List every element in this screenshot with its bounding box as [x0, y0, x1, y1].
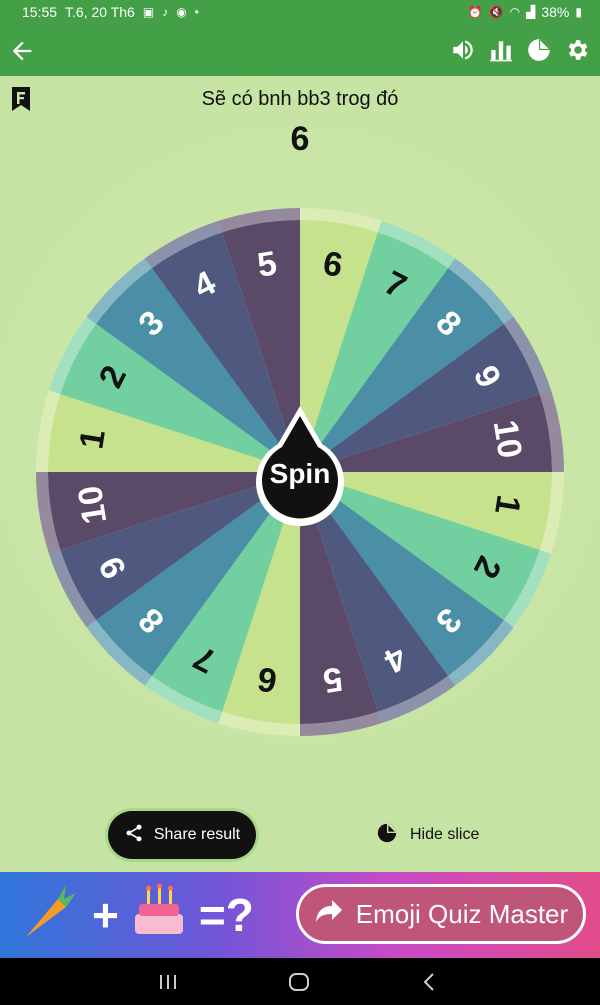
ad-emoji-equation: + =?	[14, 880, 254, 950]
hide-slice-icon	[376, 822, 398, 849]
wifi-icon: ◠	[509, 5, 521, 19]
emoji-quiz-label: Emoji Quiz Master	[355, 898, 569, 929]
share-icon	[124, 823, 144, 848]
alarm-icon: ⏰	[467, 5, 483, 19]
app-notification-icon: ◉	[176, 5, 187, 19]
more-notifications-icon: •	[194, 5, 199, 19]
spin-wheel[interactable]: 6 78910123456789101234 5 Spin	[34, 206, 566, 738]
recent-apps-icon[interactable]	[156, 970, 180, 994]
mute-icon: 🔇	[488, 5, 504, 19]
gallery-notification-icon: ▣	[142, 5, 155, 19]
system-nav-bar	[0, 958, 600, 1005]
ad-banner[interactable]: + =? Emoji Quiz Master	[0, 872, 600, 958]
battery-icon: ▮	[575, 5, 582, 19]
wheel-slice-label: 10	[486, 417, 529, 460]
wheel-slice-label: 10	[71, 483, 114, 526]
app-bar	[0, 26, 600, 76]
emoji-quiz-button[interactable]: Emoji Quiz Master	[296, 884, 586, 944]
nav-back-icon[interactable]	[418, 970, 442, 994]
ad-plus: +	[92, 889, 119, 941]
share-arrow-icon	[314, 898, 344, 931]
share-result-label: Share result	[153, 826, 241, 843]
cake-icon	[127, 878, 191, 953]
spin-label: Spin	[270, 458, 331, 489]
signal-icon: ▟	[526, 5, 536, 19]
spin-result: 6	[290, 120, 310, 158]
share-result-button[interactable]: Share result	[108, 811, 256, 859]
ad-equals: =?	[198, 889, 254, 941]
battery-level: 38%	[541, 4, 570, 20]
hide-slice-button[interactable]: Hide slice	[376, 822, 479, 848]
wheel-title: Sẽ có bnh bb3 trog đó	[201, 88, 399, 110]
volume-icon[interactable]	[450, 37, 476, 63]
settings-icon[interactable]	[564, 37, 590, 63]
back-arrow-icon[interactable]	[8, 37, 36, 65]
status-time: 15:55	[22, 4, 58, 20]
stats-icon[interactable]	[488, 37, 514, 63]
status-bar: 15:55 T.6, 20 Th6 ▣ ♪ ◉ • ⏰ 🔇 ◠ ▟ 38% ▮	[0, 0, 600, 26]
hide-slice-label: Hide slice	[410, 826, 480, 843]
carrot-icon	[14, 875, 84, 956]
pie-chart-icon[interactable]	[526, 37, 552, 63]
status-date: T.6, 20 Th6	[65, 4, 135, 20]
home-icon[interactable]	[287, 970, 311, 994]
tiktok-notification-icon: ♪	[162, 5, 169, 19]
